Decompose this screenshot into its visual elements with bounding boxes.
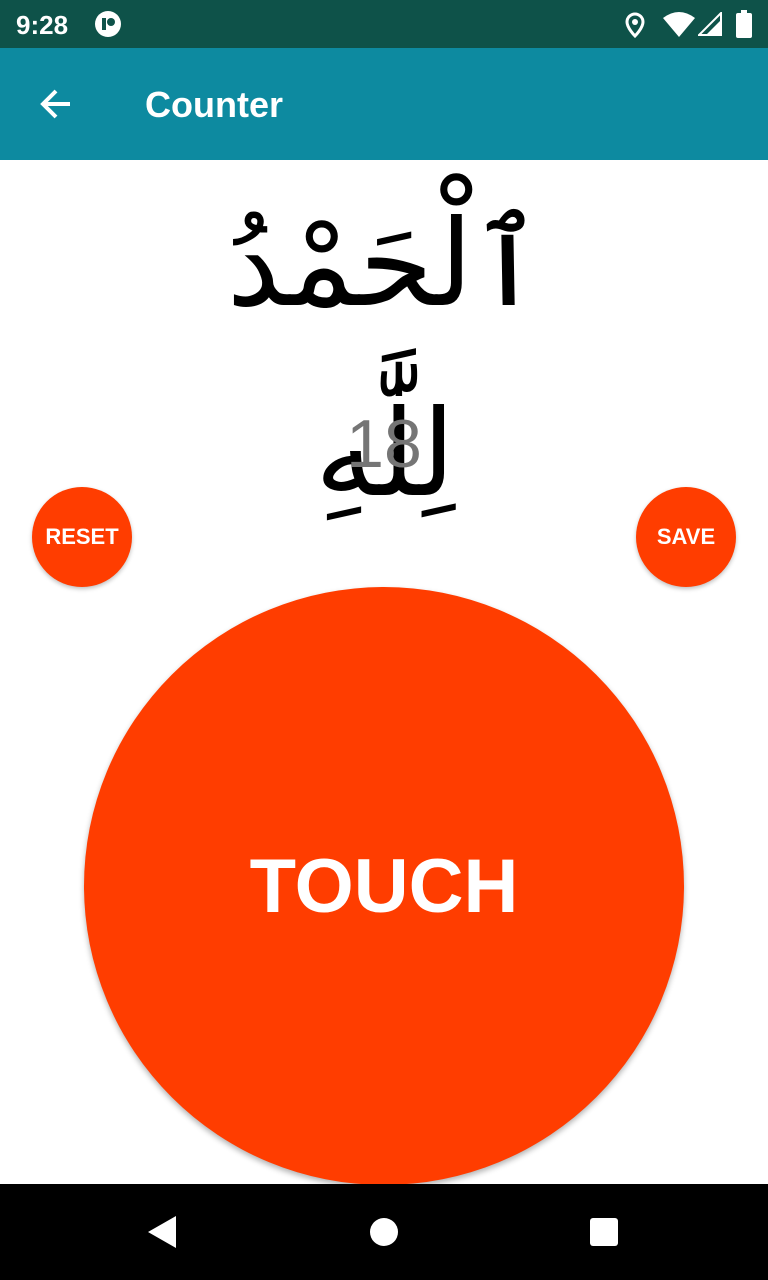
wifi-icon: [663, 12, 695, 37]
app-bar: Counter: [0, 48, 768, 160]
dhikr-text: ٱلْحَمْدُ لِلَّٰهِ: [226, 195, 544, 524]
touch-button[interactable]: TOUCH: [84, 587, 684, 1185]
back-nav-icon[interactable]: [146, 1214, 178, 1250]
reset-button[interactable]: RESET: [32, 487, 132, 587]
status-time: 9:28: [16, 10, 69, 40]
home-nav-icon[interactable]: [369, 1217, 399, 1247]
dhikr-calligraphy: ٱلْحَمْدُ لِلَّٰهِ: [160, 170, 610, 524]
location-icon: [625, 12, 645, 38]
battery-icon: [736, 10, 752, 38]
counter-value: 18: [346, 406, 422, 482]
arrow-left-icon[interactable]: [34, 82, 78, 126]
signal-icon: [698, 12, 722, 36]
save-button[interactable]: SAVE: [636, 487, 736, 587]
app-notification-icon: [95, 11, 121, 37]
status-bar: 9:28: [0, 0, 768, 48]
recents-nav-icon[interactable]: [589, 1217, 619, 1247]
navigation-bar: [0, 1184, 768, 1280]
page-title: Counter: [145, 84, 283, 125]
